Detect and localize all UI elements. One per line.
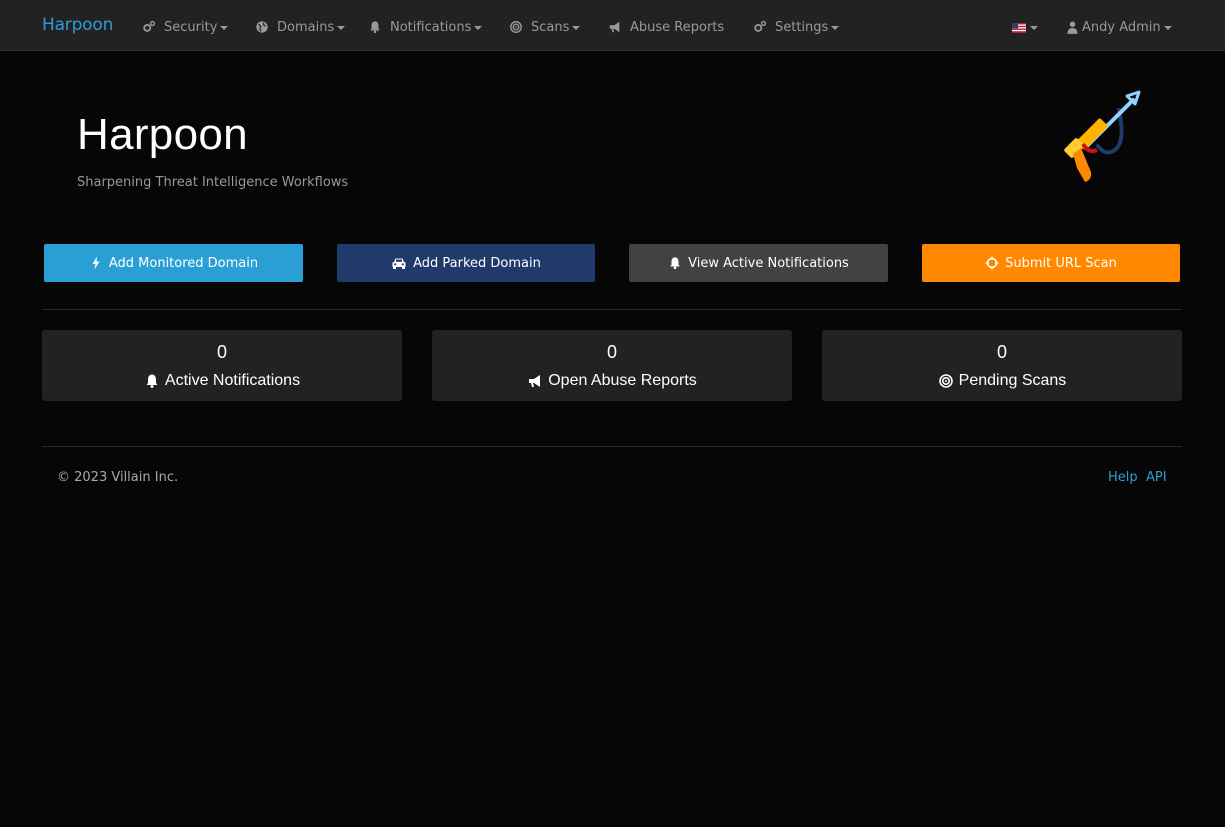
view-active-notifications-label: View Active Notifications — [688, 255, 849, 271]
caret-down-icon — [831, 25, 840, 30]
user-icon — [1067, 20, 1078, 34]
page-title: Harpoon — [77, 110, 248, 159]
nav-security-dropdown[interactable]: Security — [142, 18, 229, 36]
nav-security-label: Security — [164, 19, 218, 35]
add-monitored-domain-label: Add Monitored Domain — [108, 255, 259, 271]
view-active-notifications-button[interactable]: View Active Notifications — [629, 244, 888, 282]
cogs-icon — [753, 20, 767, 34]
footer-divider — [42, 446, 1182, 447]
pending-scans-count: 0 — [996, 342, 1007, 362]
active-notifications-label: Active Notifications — [164, 372, 301, 389]
nav-scans-dropdown[interactable]: Scans — [509, 18, 581, 36]
user-menu-dropdown[interactable]: Andy Admin — [1067, 18, 1172, 36]
caret-down-icon — [572, 25, 581, 30]
pending-scans-caption: Pending Scans — [822, 372, 1182, 390]
active-notifications-panel[interactable]: 0 Active Notifications — [42, 330, 402, 401]
caret-down-icon — [220, 25, 229, 30]
bell-icon — [368, 20, 382, 34]
help-link[interactable]: Help — [1108, 470, 1138, 485]
nav-abuse-reports-label: Abuse Reports — [630, 19, 725, 35]
crosshairs-icon — [985, 256, 999, 270]
nav-scans-label: Scans — [531, 19, 570, 35]
bullseye-icon — [509, 20, 523, 34]
pending-scans-label: Pending Scans — [958, 372, 1067, 389]
caret-down-icon — [1030, 25, 1038, 30]
language-dropdown[interactable] — [1012, 18, 1038, 36]
submit-url-scan-button[interactable]: Submit URL Scan — [922, 244, 1180, 282]
active-notifications-count: 0 — [216, 342, 227, 362]
page-subtitle: Sharpening Threat Intelligence Workflows — [77, 175, 349, 190]
bell-icon — [144, 373, 160, 389]
pending-scans-panel[interactable]: 0 Pending Scans — [822, 330, 1182, 401]
bullhorn-icon — [527, 373, 543, 389]
submit-url-scan-label: Submit URL Scan — [1005, 255, 1117, 271]
top-navbar: Harpoon Security Domains Notifications S… — [0, 0, 1225, 51]
nav-abuse-reports-link[interactable]: Abuse Reports — [608, 18, 724, 36]
bell-icon — [668, 256, 682, 270]
add-monitored-domain-button[interactable]: Add Monitored Domain — [44, 244, 303, 282]
caret-down-icon — [474, 25, 483, 30]
open-abuse-reports-count: 0 — [606, 342, 617, 362]
cogs-icon — [142, 20, 156, 34]
us-flag-icon — [1012, 22, 1026, 33]
open-abuse-reports-caption: Open Abuse Reports — [432, 372, 792, 390]
caret-down-icon — [337, 25, 346, 30]
footer-copyright: © 2023 Villain Inc. — [57, 470, 179, 485]
section-divider — [42, 309, 1182, 310]
harpoon-gun-logo — [1055, 88, 1145, 192]
nav-settings-dropdown[interactable]: Settings — [753, 18, 840, 36]
bullhorn-icon — [608, 20, 622, 34]
active-notifications-caption: Active Notifications — [42, 372, 402, 390]
user-menu-label: Andy Admin — [1082, 19, 1161, 35]
navbar-brand[interactable]: Harpoon — [42, 15, 113, 35]
open-abuse-reports-label: Open Abuse Reports — [548, 372, 697, 389]
open-abuse-reports-panel[interactable]: 0 Open Abuse Reports — [432, 330, 792, 401]
globe-icon — [255, 20, 269, 34]
nav-domains-label: Domains — [277, 19, 335, 35]
nav-settings-label: Settings — [775, 19, 829, 35]
nav-domains-dropdown[interactable]: Domains — [255, 18, 346, 36]
nav-notifications-dropdown[interactable]: Notifications — [368, 18, 483, 36]
bullseye-icon — [938, 373, 954, 389]
add-parked-domain-label: Add Parked Domain — [413, 255, 541, 271]
add-parked-domain-button[interactable]: Add Parked Domain — [337, 244, 595, 282]
caret-down-icon — [1163, 25, 1172, 30]
bolt-icon — [89, 256, 103, 270]
api-link[interactable]: API — [1146, 470, 1167, 485]
nav-notifications-label: Notifications — [390, 19, 472, 35]
car-icon — [391, 256, 407, 270]
